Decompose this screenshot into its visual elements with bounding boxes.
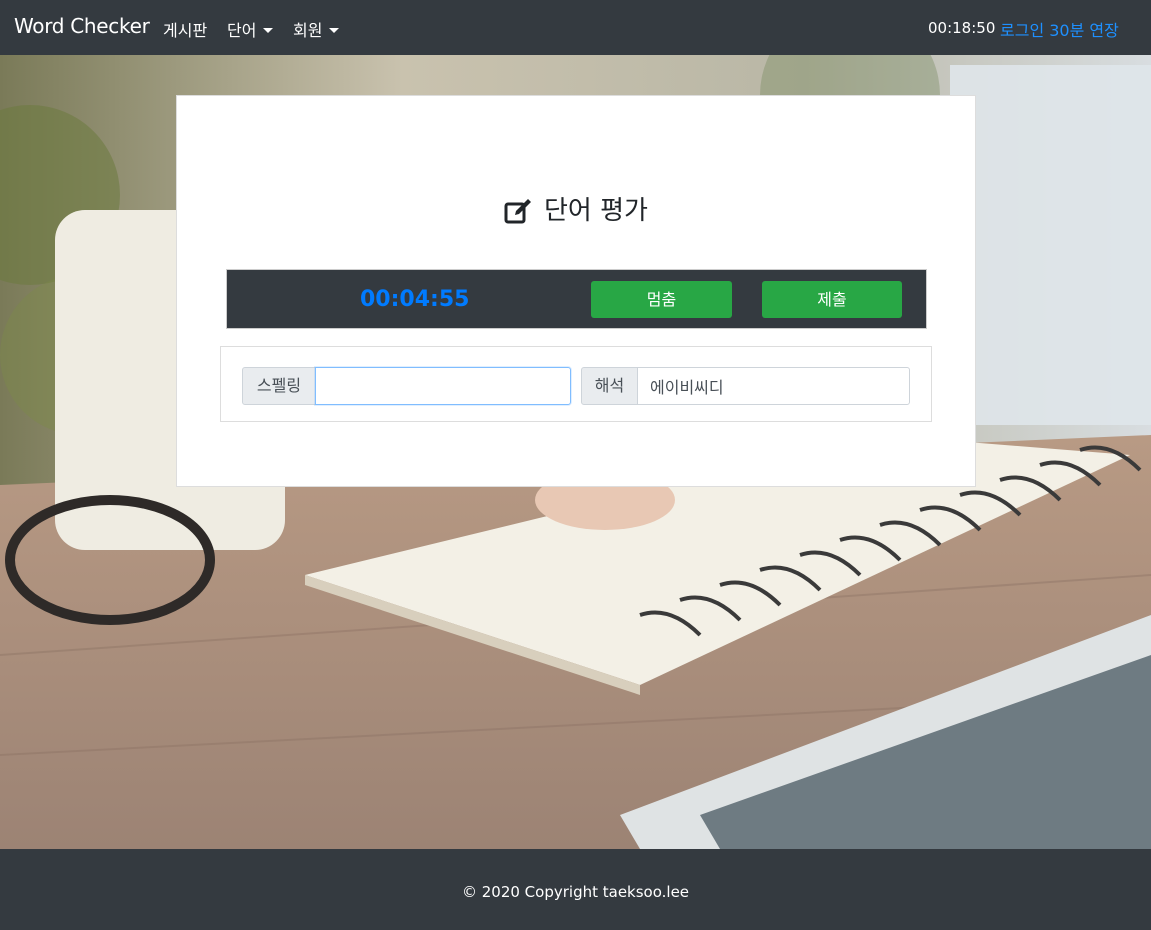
page-title-text: 단어 평가 xyxy=(544,196,648,226)
spelling-label: 스펠링 xyxy=(242,367,316,405)
meaning-field xyxy=(637,367,910,405)
caret-down-icon xyxy=(329,28,340,33)
edit-icon xyxy=(504,199,532,224)
brand-logo[interactable]: Word Checker xyxy=(14,14,150,38)
nav-word-dropdown[interactable]: 단어 xyxy=(227,17,274,41)
nav-member-dropdown[interactable]: 회원 xyxy=(293,17,340,41)
page-title: 단어 평가 xyxy=(177,190,975,227)
session-clock: 00:18:50 xyxy=(928,19,996,37)
meaning-label: 해석 xyxy=(581,367,638,405)
submit-button[interactable]: 제출 xyxy=(762,281,902,318)
nav-board-label: 게시판 xyxy=(163,21,208,40)
copyright-text: © 2020 Copyright taeksoo.lee xyxy=(461,883,690,901)
nav-board[interactable]: 게시판 xyxy=(163,17,207,41)
countdown-timer: 00:04:55 xyxy=(360,287,470,312)
answer-row: 스펠링 해석 xyxy=(220,346,932,422)
extend-login-link[interactable]: 로그인 30분 연장 xyxy=(1000,17,1119,41)
pause-button[interactable]: 멈춤 xyxy=(591,281,732,318)
footer: © 2020 Copyright taeksoo.lee xyxy=(0,849,1151,930)
word-test-card: 단어 평가 00:04:55 멈춤 제출 스펠링 해석 xyxy=(176,95,976,487)
spelling-input[interactable] xyxy=(315,367,571,405)
timer-bar: 00:04:55 멈춤 제출 xyxy=(226,269,927,329)
caret-down-icon xyxy=(263,28,274,33)
nav-member-label: 회원 xyxy=(293,21,323,40)
nav-word-label: 단어 xyxy=(227,21,257,40)
navbar: Word Checker 게시판 단어 회원 00:18:50 로그인 30분 … xyxy=(0,0,1151,55)
